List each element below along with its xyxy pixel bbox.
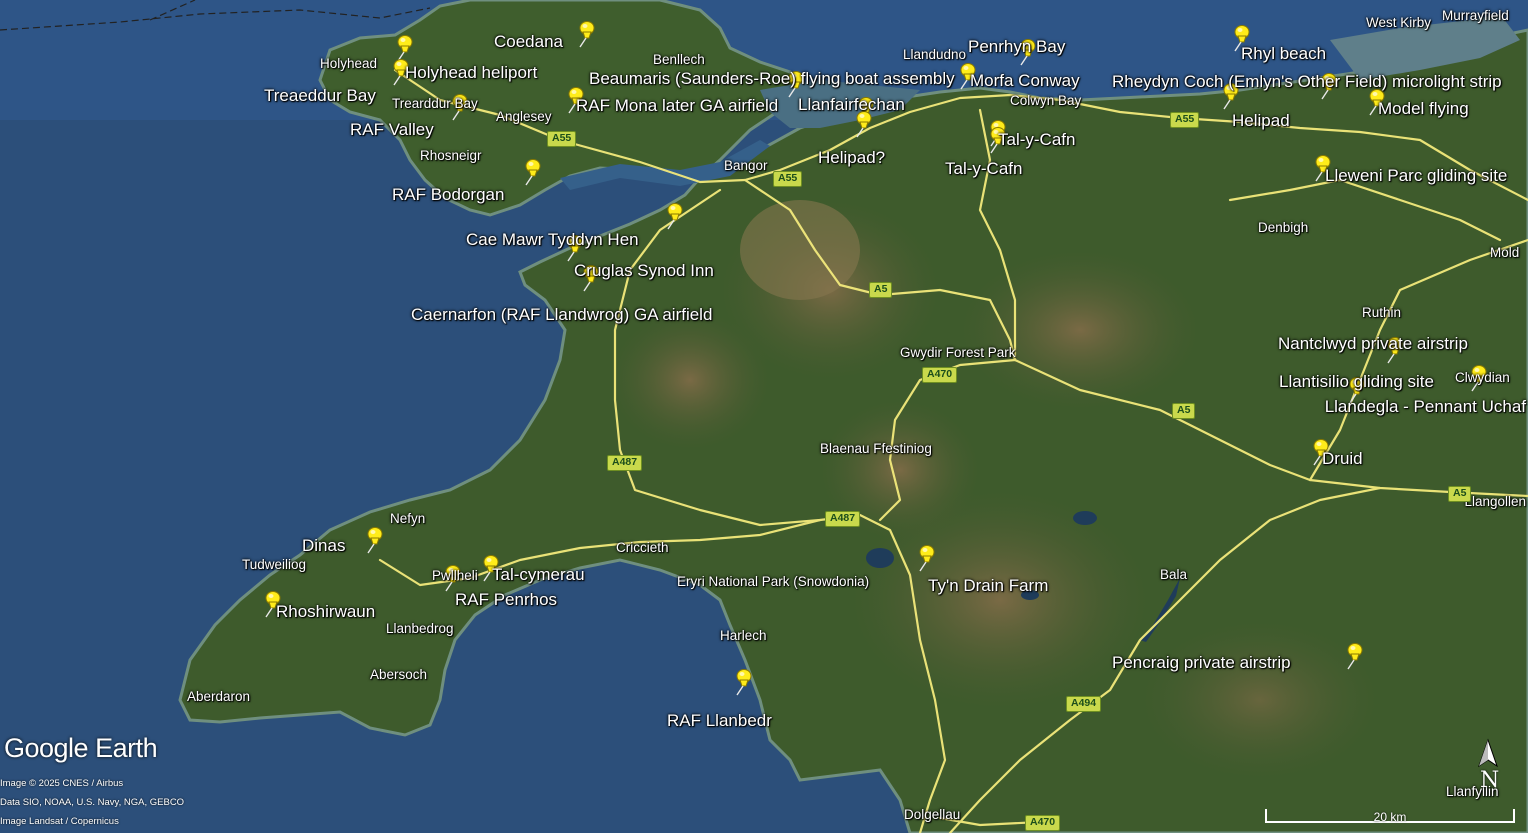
yellow-pushpin-icon (667, 203, 683, 230)
placemark-pin-llantisilio-gliding-site[interactable] (1466, 364, 1488, 392)
placemark-pin-penrhyn-bay[interactable] (1015, 38, 1037, 66)
google-earth-logo: Google Earth (4, 733, 158, 763)
yellow-pushpin-icon (1223, 83, 1239, 110)
scale-bar: 20 km (1265, 806, 1515, 826)
yellow-pushpin-icon (788, 71, 804, 98)
yellow-pushpin-icon (452, 94, 468, 121)
placemark-pin-caernarfon-raf-llandwrog-ga-airfield[interactable] (578, 264, 600, 292)
road-shield-a470: A470 (922, 367, 958, 383)
road-shield-a470: A470 (1025, 815, 1061, 831)
placemark-pin-dinas[interactable] (362, 526, 384, 554)
placemark-pin-raf-bodorgan[interactable] (520, 158, 542, 186)
yellow-pushpin-icon (567, 235, 583, 262)
placemark-pin-nantclwyd-private-airstrip[interactable] (1382, 336, 1404, 364)
attribution-data: Data SIO, NOAA, U.S. Navy, NGA, GEBCO (0, 797, 185, 808)
yellow-pushpin-icon (960, 63, 976, 90)
yellow-pushpin-icon (525, 159, 541, 186)
yellow-pushpin-icon (393, 59, 409, 86)
placemark-pin-tal-cymerau[interactable] (478, 554, 500, 582)
yellow-pushpin-icon (1387, 337, 1403, 364)
compass-north-label: N (1480, 768, 1500, 793)
placemark-pin-llandegla-pennant-uchaf[interactable] (1344, 376, 1366, 404)
compass-control[interactable]: N (1473, 738, 1503, 796)
placemark-pin-model-flying[interactable] (1364, 88, 1386, 116)
placemark-pin-coedana[interactable] (574, 20, 596, 48)
road-shield-a55: A55 (1170, 112, 1200, 128)
attribution-landsat: Image Landsat / Copernicus (0, 816, 119, 827)
yellow-pushpin-icon (1369, 89, 1385, 116)
placemark-pin-rhyl-beach[interactable] (1229, 24, 1251, 52)
road-shield-a5: A5 (1172, 403, 1196, 419)
road-shield-a487: A487 (825, 511, 861, 527)
placemark-pin-helipad[interactable] (1218, 82, 1240, 110)
yellow-pushpin-icon (1234, 25, 1250, 52)
road-shield-a487: A487 (607, 455, 643, 471)
placemark-pin-raf-llanbedr[interactable] (731, 668, 753, 696)
yellow-pushpin-icon (1020, 39, 1036, 66)
yellow-pushpin-icon (736, 669, 752, 696)
road-shield-a494: A494 (1066, 696, 1102, 712)
yellow-pushpin-icon (1313, 439, 1329, 466)
yellow-pushpin-icon (919, 545, 935, 572)
placemark-pin-tal-y-cafn[interactable] (985, 126, 1007, 154)
yellow-pushpin-icon (568, 87, 584, 114)
yellow-pushpin-icon (856, 111, 872, 138)
placemark-pin-ty-n-drain-farm[interactable] (914, 544, 936, 572)
placemark-pin-lleweni-parc-gliding-site[interactable] (1310, 154, 1332, 182)
satellite-map[interactable]: Coedana Holyhead heliport Treaeddur Bay RAF… (0, 0, 1528, 833)
placemark-pin-cae-mawr-tyddyn-hen[interactable] (662, 202, 684, 230)
road-shield-a55: A55 (773, 171, 803, 187)
yellow-pushpin-icon (1347, 643, 1363, 670)
map-imagery (0, 0, 1528, 833)
placemark-pin-rhoshirwaun[interactable] (260, 590, 282, 618)
road-shield-a5: A5 (1448, 486, 1472, 502)
yellow-pushpin-icon (483, 555, 499, 582)
road-shield-a55: A55 (547, 131, 577, 147)
yellow-pushpin-icon (1471, 365, 1487, 392)
yellow-pushpin-icon (583, 265, 599, 292)
placemark-pin-rheydyn-coch-emlyn-s-other-field-microlight-strip[interactable] (1316, 72, 1338, 100)
placemark-pin-cruglas-synod-inn[interactable] (562, 234, 584, 262)
placemark-pin-druid[interactable] (1308, 438, 1330, 466)
placemark-pin-helipad[interactable] (851, 110, 873, 138)
yellow-pushpin-icon (579, 21, 595, 48)
yellow-pushpin-icon (1321, 73, 1337, 100)
yellow-pushpin-icon (367, 527, 383, 554)
attribution-imagery: Image © 2025 CNES / Airbus (0, 778, 124, 789)
yellow-pushpin-icon (1349, 377, 1365, 404)
yellow-pushpin-icon (265, 591, 281, 618)
road-shield-a5: A5 (869, 282, 893, 298)
placemark-pin-raf-mona-later-ga-airfield[interactable] (563, 86, 585, 114)
placemark-pin-raf-valley[interactable] (447, 93, 469, 121)
placemark-pin-treaeddur-bay[interactable] (388, 58, 410, 86)
yellow-pushpin-icon (1315, 155, 1331, 182)
yellow-pushpin-icon (990, 127, 1006, 154)
placemark-pin-beaumaris-saunders-roe-flying-boat-assembly[interactable] (783, 70, 805, 98)
placemark-pin-pencraig-private-airstrip[interactable] (1342, 642, 1364, 670)
scale-bar-label: 20 km (1373, 810, 1407, 824)
placemark-pin-morfa-conway[interactable] (955, 62, 977, 90)
north-arrow-icon (1478, 738, 1498, 768)
yellow-pushpin-icon (445, 565, 461, 592)
placemark-pin-raf-penrhos[interactable] (440, 564, 462, 592)
